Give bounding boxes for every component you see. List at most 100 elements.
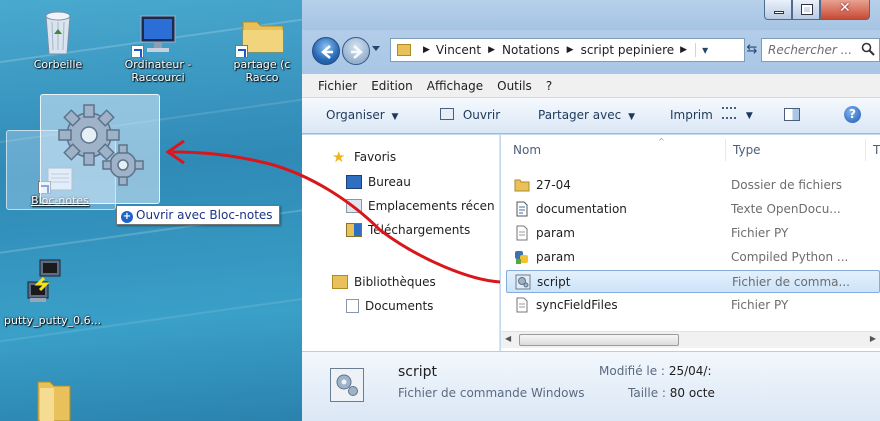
title-bar[interactable]: ✕: [302, 0, 880, 30]
nav-favorites[interactable]: ★ Favoris: [332, 147, 396, 167]
nav-item-label: Documents: [365, 299, 434, 313]
details-modified-label: Modifié le :: [599, 364, 665, 378]
details-file-icon: [330, 368, 364, 402]
close-icon: ✕: [839, 0, 851, 16]
desktop-icon-label: Raccourci: [131, 71, 185, 84]
search-icon: [861, 42, 875, 59]
chevron-down-icon: ▼: [391, 112, 399, 122]
chevron-down-icon: ▼: [745, 111, 753, 121]
desktop-icon-label: Corbeille: [33, 58, 83, 71]
minimize-icon: [774, 11, 784, 14]
nav-favorites-label: Favoris: [354, 150, 397, 164]
back-button[interactable]: [312, 37, 340, 65]
nav-item-bureau[interactable]: Bureau: [346, 172, 411, 192]
horizontal-scrollbar[interactable]: ◀ ▶: [501, 331, 880, 348]
nav-item-documents[interactable]: Documents: [346, 296, 433, 316]
organize-button[interactable]: Organiser ▼: [326, 108, 398, 122]
maximize-button[interactable]: [792, 0, 820, 20]
column-divider[interactable]: [725, 139, 726, 161]
breadcrumb-separator-icon[interactable]: ▶: [567, 45, 574, 55]
scrollbar-thumb[interactable]: [519, 334, 679, 346]
help-icon: ?: [844, 106, 861, 123]
menu-fichier[interactable]: Fichier: [318, 79, 357, 93]
file-row[interactable]: syncFieldFiles Fichier PY: [506, 294, 880, 317]
desktop-icon-partage[interactable]: partage (c Racco: [226, 14, 298, 84]
scroll-left-icon[interactable]: ◀: [505, 334, 511, 343]
close-button[interactable]: ✕: [820, 0, 870, 20]
menu-affichage[interactable]: Affichage: [427, 79, 483, 93]
file-row[interactable]: documentation Texte OpenDocu...: [506, 198, 880, 221]
gears-icon: [58, 104, 144, 186]
view-list-icon: [722, 107, 736, 119]
breadcrumb-notations[interactable]: Notations: [502, 43, 560, 57]
column-header-extra[interactable]: T: [873, 143, 880, 157]
breadcrumb-vincent[interactable]: Vincent: [436, 43, 481, 57]
menu-help[interactable]: ?: [546, 79, 552, 93]
file-row[interactable]: param Fichier PY: [506, 222, 880, 245]
desktop-icon-putty[interactable]: putty_putty_0.6...: [4, 258, 101, 327]
refresh-icon: ⇆: [746, 42, 758, 57]
column-header-type[interactable]: Type: [733, 143, 761, 157]
recycle-bin-icon: [41, 8, 75, 56]
plus-icon: +: [121, 211, 133, 223]
file-row[interactable]: 27-04 Dossier de fichiers: [506, 174, 880, 197]
address-bar[interactable]: ▶ Vincent ▶ Notations ▶ script pepiniere…: [390, 38, 745, 62]
forward-arrow-icon: [351, 45, 363, 59]
scroll-right-icon[interactable]: ▶: [870, 334, 876, 343]
breadcrumb-separator-icon[interactable]: ▶: [680, 45, 687, 55]
column-header-name[interactable]: Nom: [513, 143, 541, 157]
file-name: param: [536, 250, 575, 264]
python-file-icon: [514, 297, 530, 313]
forward-button[interactable]: [342, 37, 370, 65]
minimize-button[interactable]: [764, 0, 792, 20]
putty-icon: [24, 258, 64, 312]
view-options-button[interactable]: ▼: [722, 107, 753, 121]
file-row[interactable]: param Compiled Python ...: [506, 246, 880, 269]
open-button[interactable]: Ouvrir: [440, 108, 500, 122]
desktop-icon-label: Racco: [245, 71, 279, 84]
file-type: Compiled Python ...: [731, 250, 849, 264]
folder-icon: [514, 177, 530, 193]
file-type: Fichier de comma...: [732, 275, 850, 289]
drag-tooltip: + Ouvrir avec Bloc-notes: [116, 205, 280, 225]
desktop-icon-recycle-bin[interactable]: Corbeille: [22, 8, 94, 71]
nav-item-recent-places[interactable]: Emplacements récen: [346, 196, 495, 216]
history-dropdown-icon[interactable]: [372, 46, 380, 51]
column-divider[interactable]: [865, 139, 866, 161]
nav-item-label: Emplacements récen: [368, 199, 495, 213]
search-input[interactable]: Rechercher ...: [761, 38, 880, 62]
star-icon: ★: [332, 148, 346, 166]
compiled-python-icon: [514, 249, 530, 265]
help-button[interactable]: ?: [844, 106, 861, 123]
file-name: documentation: [536, 202, 627, 216]
sort-indicator-icon: ^: [658, 137, 665, 146]
nav-libraries[interactable]: Bibliothèques: [332, 272, 436, 292]
organize-label: Organiser: [326, 108, 385, 122]
print-button[interactable]: Imprim: [670, 108, 713, 122]
drag-ghost: [40, 94, 160, 204]
computer-icon: [131, 14, 183, 58]
preview-pane-button[interactable]: [784, 108, 800, 124]
chevron-down-icon: ▼: [628, 112, 635, 122]
breadcrumb-separator-icon[interactable]: ▶: [488, 45, 495, 55]
batch-file-icon: [515, 274, 531, 290]
address-dropdown-icon[interactable]: ▾: [695, 43, 708, 57]
share-button[interactable]: Partager avec ▼: [538, 108, 635, 122]
desktop-icon-label: partage (c: [233, 58, 291, 71]
file-name: syncFieldFiles: [536, 298, 618, 312]
documents-icon: [346, 299, 359, 313]
menu-edition[interactable]: Edition: [371, 79, 413, 93]
breadcrumb-script-pepiniere[interactable]: script pepiniere: [581, 43, 675, 57]
file-row-selected[interactable]: script Fichier de comma...: [506, 270, 880, 293]
shortcut-arrow-icon: [235, 45, 248, 58]
menu-outils[interactable]: Outils: [497, 79, 532, 93]
desktop-icon-computer[interactable]: Ordinateur - Raccourci: [122, 14, 194, 84]
address-row: ▶ Vincent ▶ Notations ▶ script pepiniere…: [302, 30, 880, 74]
folder-icon[interactable]: [34, 376, 74, 421]
document-icon: [514, 201, 530, 217]
nav-item-downloads[interactable]: Téléchargements: [346, 220, 470, 240]
share-label: Partager avec: [538, 108, 622, 122]
refresh-button[interactable]: ⇆: [742, 38, 762, 62]
recent-places-icon: [346, 199, 362, 213]
libraries-icon: [332, 275, 348, 289]
